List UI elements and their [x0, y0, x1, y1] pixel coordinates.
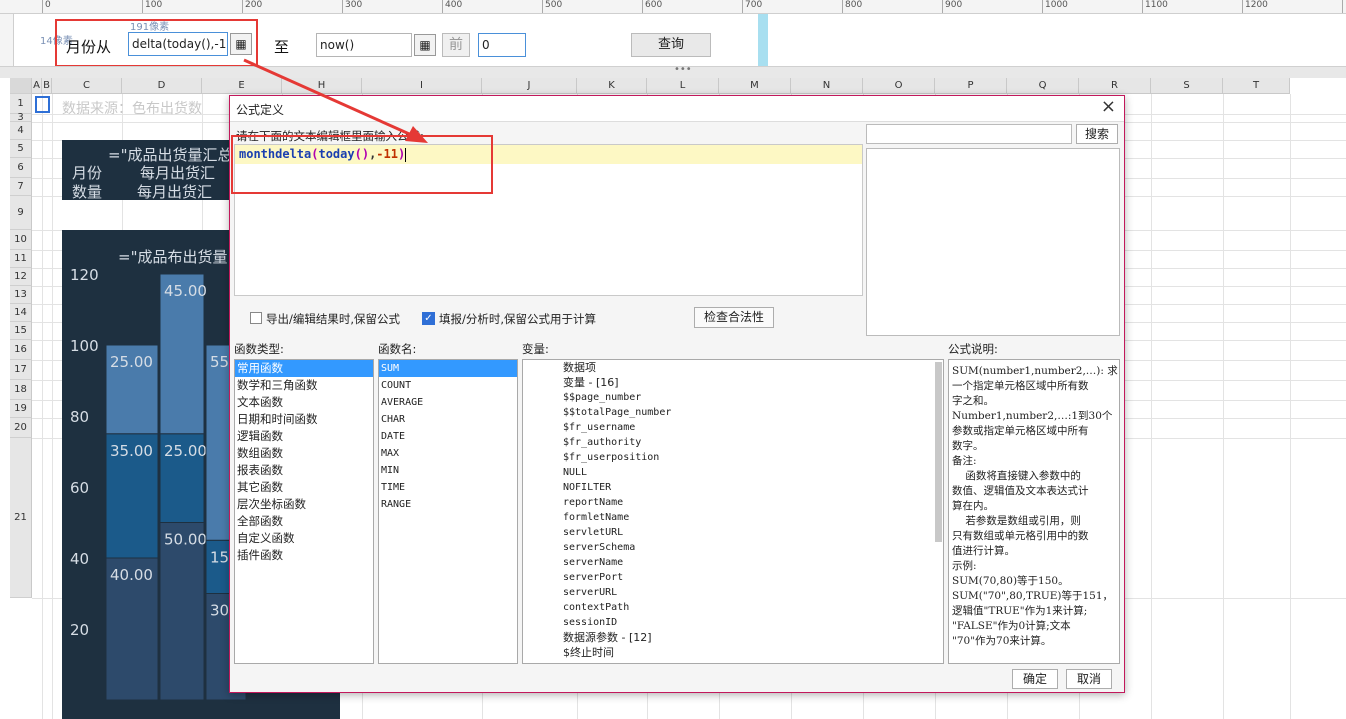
annotation-arrow	[243, 58, 428, 143]
